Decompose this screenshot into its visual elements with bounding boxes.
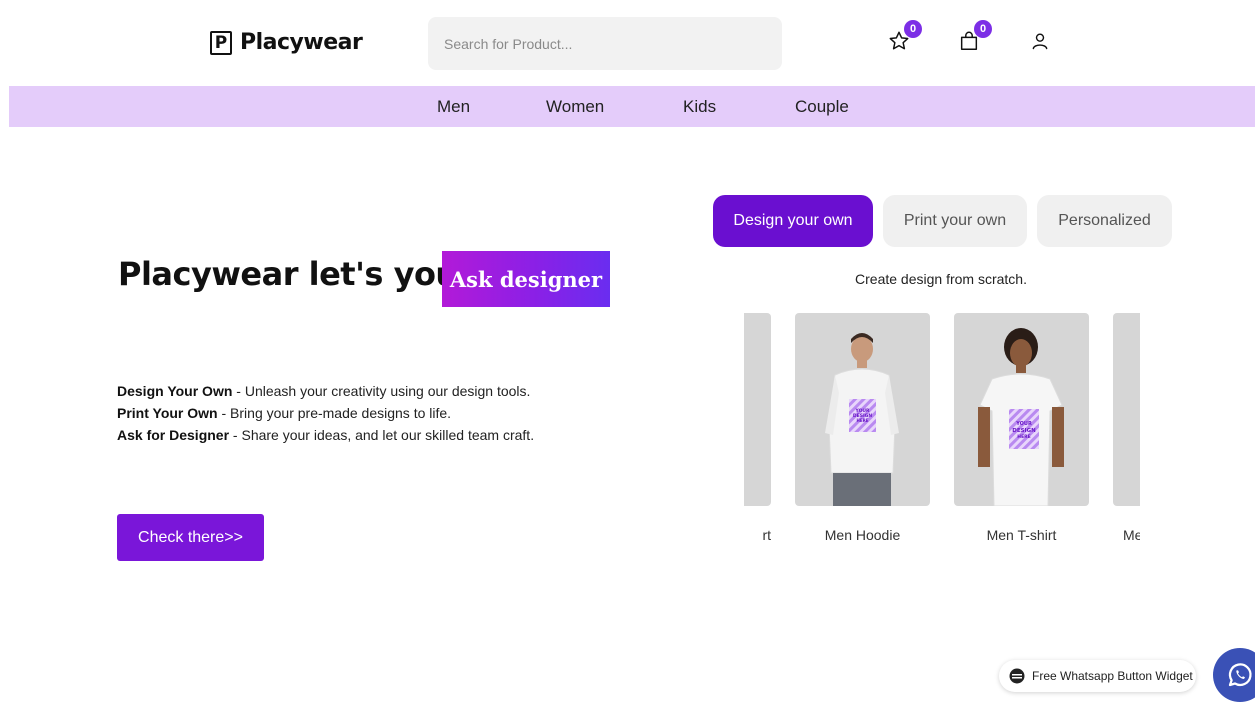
logo[interactable]: P Placywear	[210, 30, 363, 55]
feature-title: Print Your Own	[117, 405, 218, 421]
hoodie-model-illustration: YOUR DESIGN HERE	[825, 333, 899, 506]
product-label: rt	[762, 527, 771, 543]
tshirt-model-illustration: YOUR DESIGN HERE	[978, 328, 1064, 506]
product-card[interactable]: rt	[744, 313, 771, 543]
account-button[interactable]	[1030, 30, 1054, 54]
tab-print-your-own[interactable]: Print your own	[883, 195, 1027, 247]
product-card[interactable]: Me	[1113, 313, 1140, 543]
whatsapp-button[interactable]	[1213, 648, 1255, 702]
whatsapp-widget-label: Free Whatsapp Button Widget	[1032, 669, 1193, 683]
check-there-button[interactable]: Check there>>	[117, 514, 264, 561]
nav-item-couple[interactable]: Couple	[795, 97, 849, 117]
feature-text: - Bring your pre-made designs to life.	[217, 405, 452, 421]
whatsapp-icon	[1228, 663, 1252, 687]
widget-logo-icon	[1009, 668, 1025, 684]
product-carousel[interactable]: rt YOUR DESIGN HERE Men Hoodie YOUR DESI…	[744, 313, 1140, 553]
feature-line: Ask for Designer - Share your ideas, and…	[117, 424, 534, 446]
mockup-text: HERE	[1017, 434, 1030, 440]
nav-item-men[interactable]: Men	[437, 97, 470, 117]
hoodie-image: YOUR DESIGN HERE	[795, 313, 930, 506]
feature-text: - Share your ideas, and let our skilled …	[229, 427, 535, 443]
product-image	[744, 313, 771, 506]
cart-count-badge: 0	[974, 20, 992, 38]
feature-text: - Unleash your creativity using our desi…	[232, 383, 531, 399]
search-input[interactable]	[444, 35, 782, 52]
whatsapp-widget-chip[interactable]: Free Whatsapp Button Widget	[999, 660, 1196, 692]
site-header: P Placywear 0 0	[0, 0, 1255, 86]
user-icon	[1032, 33, 1048, 50]
cart-button[interactable]: 0	[958, 20, 992, 54]
product-label: Men Hoodie	[824, 527, 901, 543]
hero-title: Placywear let's you	[118, 255, 458, 293]
wishlist-button[interactable]: 0	[888, 20, 922, 54]
logo-text: Placywear	[240, 30, 363, 55]
product-label: Me	[1123, 527, 1140, 543]
search-bar[interactable]	[428, 17, 782, 70]
product-image	[1113, 313, 1140, 506]
feature-title: Ask for Designer	[117, 427, 230, 443]
mockup-text: HERE	[857, 418, 869, 423]
product-card-men-hoodie[interactable]: YOUR DESIGN HERE Men Hoodie	[795, 313, 930, 543]
tab-personalized[interactable]: Personalized	[1037, 195, 1172, 247]
feature-list: Design Your Own - Unleash your creativit…	[117, 380, 534, 446]
tab-caption: Create design from scratch.	[855, 271, 1027, 287]
feature-line: Print Your Own - Bring your pre-made des…	[117, 402, 534, 424]
category-nav: Men Women Kids Couple	[9, 86, 1255, 127]
nav-item-women[interactable]: Women	[546, 97, 604, 117]
feature-line: Design Your Own - Unleash your creativit…	[117, 380, 534, 402]
mockup-text: YOUR	[1015, 421, 1032, 427]
ask-designer-badge: Ask designer	[442, 251, 610, 307]
product-label: Men T-shirt	[986, 527, 1057, 543]
product-card-men-tshirt[interactable]: YOUR DESIGN HERE Men T-shirt	[954, 313, 1089, 543]
wishlist-count-badge: 0	[904, 20, 922, 38]
tab-design-your-own[interactable]: Design your own	[713, 195, 873, 247]
mockup-text: DESIGN	[1012, 428, 1036, 434]
feature-title: Design Your Own	[117, 383, 233, 399]
tshirt-image: YOUR DESIGN HERE	[954, 313, 1089, 506]
nav-item-kids[interactable]: Kids	[683, 97, 716, 117]
logo-mark: P	[210, 30, 232, 55]
